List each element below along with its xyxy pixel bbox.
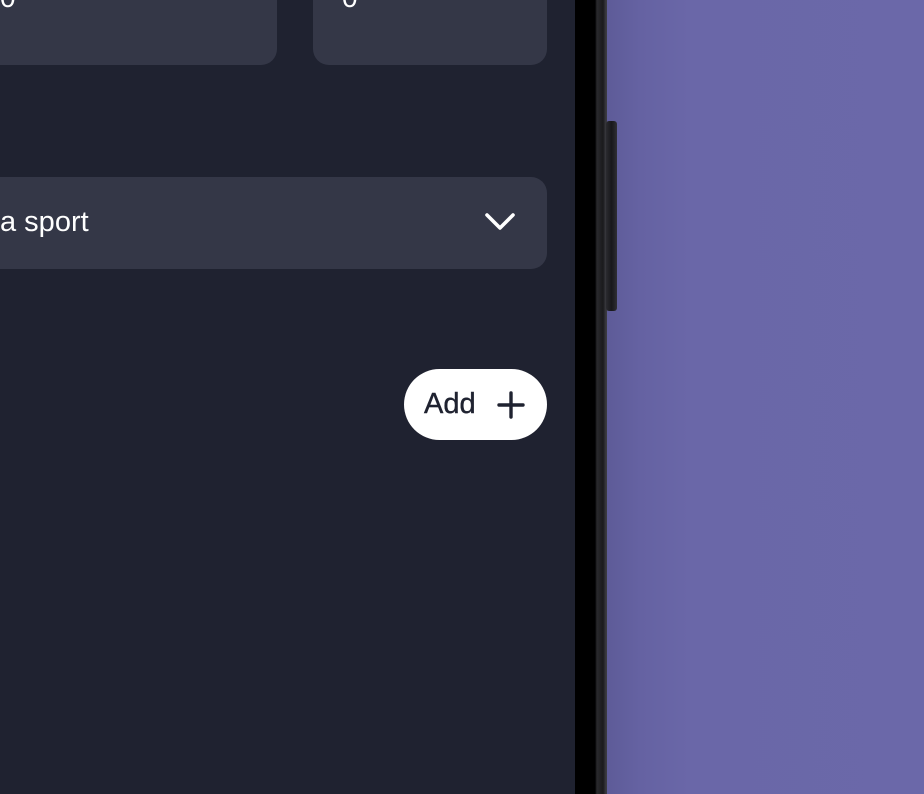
stat-value-left: 0 xyxy=(0,0,16,12)
stat-card-left: 0 xyxy=(0,0,277,65)
sport-select-value: a sport xyxy=(0,206,89,238)
add-button[interactable]: Add xyxy=(404,369,547,440)
chevron-down-icon xyxy=(485,213,515,230)
plus-icon xyxy=(497,391,525,419)
device-frame xyxy=(575,0,607,794)
stat-value-right: 0 xyxy=(342,0,358,12)
add-button-label: Add xyxy=(424,388,476,420)
app-screen: 0 0 a sport Add xyxy=(0,0,575,794)
stat-card-right: 0 xyxy=(313,0,547,65)
device-side-button xyxy=(606,121,617,311)
desktop-background xyxy=(600,0,924,794)
sport-select[interactable]: a sport xyxy=(0,177,547,269)
